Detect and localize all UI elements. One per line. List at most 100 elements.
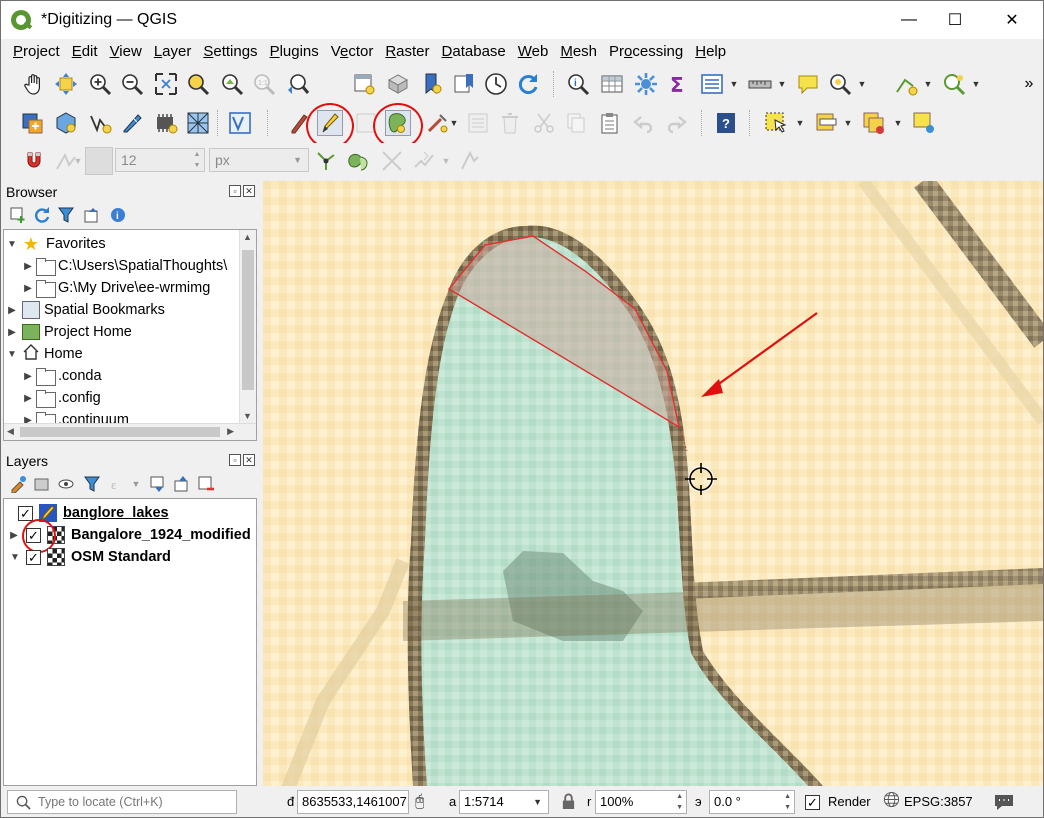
lock-scale-icon[interactable] xyxy=(561,790,576,814)
add-polygon-feature-icon[interactable] xyxy=(385,110,411,136)
zoom-out-icon[interactable] xyxy=(119,71,145,97)
show-map-tips-list-icon[interactable] xyxy=(699,71,725,97)
menu-settings[interactable]: Settings xyxy=(197,39,263,65)
crs-button[interactable]: EPSG:3857 xyxy=(883,790,973,814)
plugin-search-icon[interactable] xyxy=(941,71,967,97)
browser-close-icon[interactable]: ✕ xyxy=(243,185,255,197)
scroll-up-arrow-icon[interactable]: ▲ xyxy=(243,232,252,242)
magnifier-spin-arrows-icon[interactable]: ▲ ▼ xyxy=(676,791,683,813)
scale-combobox[interactable]: 1:5714 ▼ xyxy=(459,790,549,814)
new-virtual-layer-icon[interactable] xyxy=(153,110,179,136)
show-map-tips-icon[interactable] xyxy=(795,71,821,97)
help-contents-icon[interactable]: ? xyxy=(713,110,739,136)
collapse-arrow-icon[interactable]: ▶ xyxy=(22,283,34,294)
layers-close-icon[interactable]: ✕ xyxy=(243,454,255,466)
scale-dropdown-arrow-icon[interactable]: ▼ xyxy=(533,791,542,813)
maximize-button[interactable]: ☐ xyxy=(932,1,978,39)
map-canvas[interactable] xyxy=(263,181,1043,786)
pan-hand-icon[interactable] xyxy=(21,71,47,97)
rotation-spin-arrows-icon[interactable]: ▲ ▼ xyxy=(784,791,791,813)
collapse-arrow-icon[interactable]: ▶ xyxy=(6,305,18,316)
messages-icon[interactable] xyxy=(993,790,1015,814)
browser-item-spatial-bookmarks[interactable]: ▶ Spatial Bookmarks xyxy=(6,299,165,321)
browser-horizontal-scrollbar[interactable]: ◀ ▶ xyxy=(4,423,256,440)
zoom-to-layer-icon[interactable] xyxy=(219,71,245,97)
browser-item-project-home[interactable]: ▶ Project Home xyxy=(6,321,132,343)
refresh-icon[interactable] xyxy=(515,71,541,97)
browser-item-config[interactable]: ▶ .config xyxy=(22,387,101,409)
open-attribute-table-icon[interactable] xyxy=(599,71,625,97)
coordinate-field[interactable]: 8635533,1461007 xyxy=(297,790,409,814)
layer-row-banglore-lakes[interactable]: ✓ banglore_lakes xyxy=(18,502,169,524)
layer-visibility-checkbox[interactable]: ✓ xyxy=(26,549,41,565)
show-bookmarks-icon[interactable] xyxy=(451,71,477,97)
collapse-arrow-icon[interactable]: ▶ xyxy=(22,371,34,382)
menu-help[interactable]: Help xyxy=(689,39,732,65)
manage-map-themes-icon[interactable] xyxy=(57,475,75,493)
new-spatial-bookmark-icon[interactable] xyxy=(419,71,445,97)
collapse-arrow-icon[interactable]: ▶ xyxy=(10,530,18,541)
georeferencer-icon[interactable] xyxy=(893,71,919,97)
render-toggle[interactable]: ✓ Render xyxy=(805,790,871,814)
browser-vertical-scrollbar[interactable]: ▲ ▼ xyxy=(239,230,256,423)
expand-arrow-icon[interactable]: ▼ xyxy=(6,239,18,250)
zoom-full-icon[interactable] xyxy=(153,71,179,97)
collapse-all-layers-icon[interactable] xyxy=(173,475,191,493)
data-source-manager-icon[interactable] xyxy=(19,110,45,136)
menu-view[interactable]: View xyxy=(104,39,148,65)
filter-browser-icon[interactable] xyxy=(57,206,75,224)
close-button[interactable]: ✕ xyxy=(989,1,1035,39)
current-edits-icon[interactable] xyxy=(287,110,313,136)
new-temporary-layer-icon[interactable] xyxy=(119,110,145,136)
render-checkbox[interactable]: ✓ xyxy=(805,794,820,810)
topological-editing-icon[interactable] xyxy=(313,148,339,174)
menu-processing[interactable]: Processing xyxy=(603,39,689,65)
attribute-dropdown-arrow-icon[interactable]: ▼ xyxy=(729,71,739,97)
identify-features-icon[interactable]: i xyxy=(565,71,591,97)
zoom-in-icon[interactable] xyxy=(87,71,113,97)
browser-item-favorite-users[interactable]: ▶ C:\Users\SpatialThoughts\ xyxy=(22,255,227,277)
remove-layer-icon[interactable] xyxy=(197,475,215,493)
select-by-location-icon[interactable] xyxy=(827,71,853,97)
collapse-all-icon[interactable] xyxy=(83,206,101,224)
menu-database[interactable]: Database xyxy=(436,39,512,65)
scroll-left-arrow-icon[interactable]: ◀ xyxy=(7,426,14,437)
processing-toolbox-icon[interactable] xyxy=(633,71,659,97)
select-by-value-icon[interactable] xyxy=(911,110,937,136)
add-selected-layers-icon[interactable] xyxy=(9,206,27,224)
scroll-down-arrow-icon[interactable]: ▼ xyxy=(243,411,252,421)
menu-web[interactable]: Web xyxy=(512,39,555,65)
expand-arrow-icon[interactable]: ▼ xyxy=(10,552,20,563)
menu-raster[interactable]: Raster xyxy=(379,39,435,65)
enable-snapping-magnet-icon[interactable] xyxy=(21,148,47,174)
browser-item-conda[interactable]: ▶ .conda xyxy=(22,365,102,387)
menu-plugins[interactable]: Plugins xyxy=(264,39,325,65)
menu-edit[interactable]: Edit xyxy=(66,39,104,65)
filter-legend-icon[interactable] xyxy=(83,475,101,493)
select-dropdown-arrow-icon[interactable]: ▼ xyxy=(857,71,867,97)
paste-features-icon[interactable] xyxy=(597,110,623,136)
select-expression-dropdown-arrow-icon[interactable]: ▼ xyxy=(843,110,853,136)
plugin-dropdown-arrow-icon[interactable]: ▼ xyxy=(971,71,981,97)
vertex-tool-dropdown-arrow-icon[interactable]: ▼ xyxy=(449,110,459,136)
new-3d-map-view-icon[interactable] xyxy=(385,71,411,97)
layer-row-bangalore-1924[interactable]: ▶ ✓ Bangalore_1924_modified xyxy=(10,524,251,546)
select-features-icon[interactable] xyxy=(763,110,789,136)
locator-search-input[interactable]: Type to locate (Ctrl+K) xyxy=(7,790,237,814)
toggle-editing-pencil-icon[interactable] xyxy=(317,110,343,136)
georef-dropdown-arrow-icon[interactable]: ▼ xyxy=(923,71,933,97)
layer-row-osm-standard[interactable]: ▼ ✓ OSM Standard xyxy=(10,546,171,568)
toggle-extents-mouse-icon[interactable]: 🖰 xyxy=(415,790,425,814)
avoid-overlap-icon[interactable] xyxy=(345,148,371,174)
layer-visibility-checkbox[interactable]: ✓ xyxy=(18,505,33,521)
toolbar-overflow-icon[interactable]: » xyxy=(1019,71,1039,97)
browser-float-icon[interactable]: ▫ xyxy=(229,185,241,197)
collapse-arrow-icon[interactable]: ▶ xyxy=(6,327,18,338)
measure-dropdown-arrow-icon[interactable]: ▼ xyxy=(777,71,787,97)
select-by-expression-icon[interactable] xyxy=(813,110,839,136)
new-geopackage-layer-icon[interactable] xyxy=(53,110,79,136)
collapse-arrow-icon[interactable]: ▶ xyxy=(22,261,34,272)
browser-hscroll-thumb[interactable] xyxy=(20,427,220,437)
rotation-spinbox[interactable]: 0.0 ° ▲ ▼ xyxy=(709,790,795,814)
new-map-view-icon[interactable] xyxy=(351,71,377,97)
